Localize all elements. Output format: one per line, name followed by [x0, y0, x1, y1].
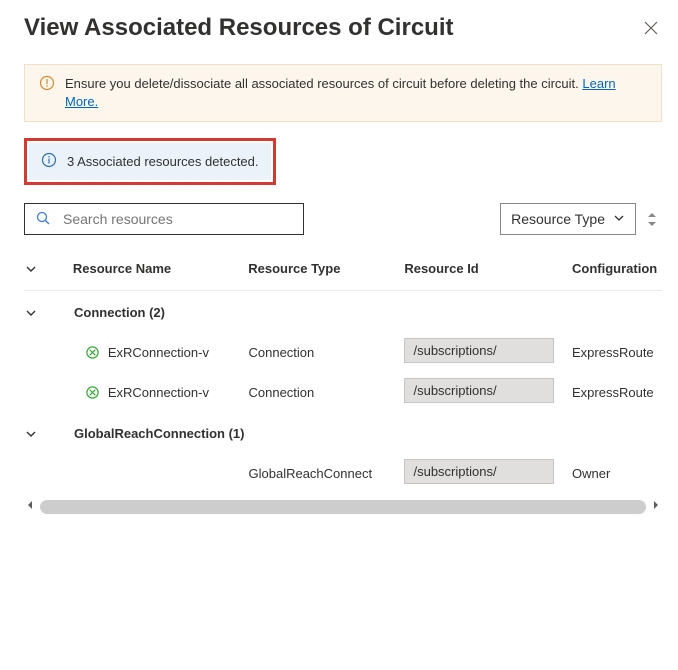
resource-id[interactable]: /subscriptions/: [404, 459, 554, 484]
warning-icon: [39, 75, 55, 94]
resource-id[interactable]: /subscriptions/: [404, 378, 554, 403]
connection-icon: [85, 345, 100, 360]
scroll-right-icon[interactable]: [650, 499, 662, 514]
filter-label: Resource Type: [511, 211, 605, 227]
group-header[interactable]: GlobalReachConnection (1): [24, 412, 662, 453]
connection-icon: [85, 385, 100, 400]
group-header[interactable]: Connection (2): [24, 291, 662, 332]
resource-name[interactable]: ExRConnection-v: [108, 385, 209, 400]
table-row: GlobalReachConnect /subscriptions/ Owner: [24, 453, 662, 493]
chevron-down-icon[interactable]: [24, 306, 56, 320]
resource-type: Connection: [249, 385, 405, 400]
col-header-type[interactable]: Resource Type: [248, 261, 404, 276]
close-icon[interactable]: [640, 17, 662, 39]
col-header-name[interactable]: Resource Name: [55, 261, 248, 276]
warning-banner: Ensure you delete/dissociate all associa…: [24, 64, 662, 122]
table-row: ExRConnection-v Connection /subscription…: [24, 332, 662, 372]
resource-config: ExpressRoute: [572, 345, 662, 360]
page-title: View Associated Resources of Circuit: [24, 14, 453, 42]
chevron-down-icon: [613, 211, 625, 227]
sort-control[interactable]: [646, 211, 658, 228]
col-header-id[interactable]: Resource Id: [404, 261, 572, 276]
resource-type: GlobalReachConnect: [249, 466, 405, 481]
chevron-down-icon[interactable]: [24, 427, 56, 441]
group-label: Connection (2): [56, 305, 256, 320]
horizontal-scrollbar[interactable]: [24, 499, 662, 514]
info-icon: [41, 152, 57, 171]
col-header-conf[interactable]: Configuration: [572, 261, 662, 276]
warning-text: Ensure you delete/dissociate all associa…: [65, 76, 582, 91]
resource-config: ExpressRoute: [572, 385, 662, 400]
search-icon: [35, 210, 51, 229]
resource-table: Resource Name Resource Type Resource Id …: [24, 261, 662, 493]
group-label: GlobalReachConnection (1): [56, 426, 256, 441]
resource-type: Connection: [249, 345, 405, 360]
resource-config: Owner: [572, 466, 662, 481]
collapse-all-toggle[interactable]: [24, 262, 55, 276]
info-text: 3 Associated resources detected.: [67, 154, 259, 169]
search-field[interactable]: [61, 210, 293, 228]
table-row: ExRConnection-v Connection /subscription…: [24, 372, 662, 412]
scroll-left-icon[interactable]: [24, 499, 36, 514]
info-banner: 3 Associated resources detected.: [29, 143, 271, 180]
scroll-track[interactable]: [40, 500, 646, 514]
resource-id[interactable]: /subscriptions/: [404, 338, 554, 363]
search-input[interactable]: [24, 203, 304, 235]
resource-name[interactable]: ExRConnection-v: [108, 345, 209, 360]
resource-type-filter[interactable]: Resource Type: [500, 203, 636, 235]
